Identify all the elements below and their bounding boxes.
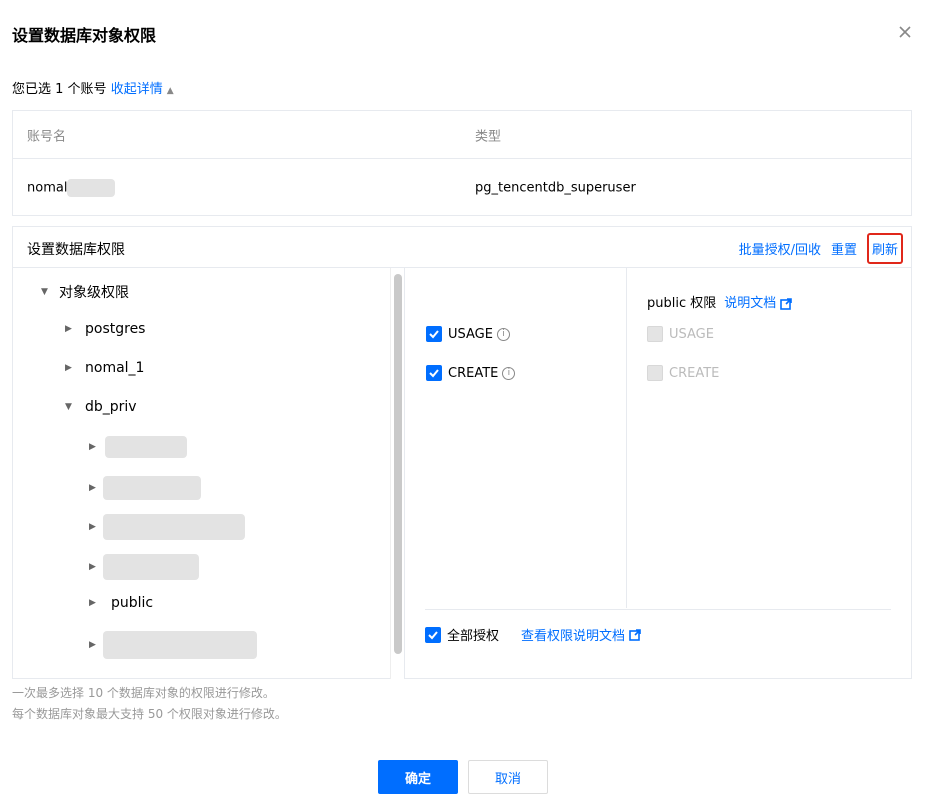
tree-node-root[interactable]: ▼ 对象级权限 — [41, 282, 129, 302]
permission-panel-title: 设置数据库权限 — [27, 242, 125, 258]
grant-all-row: 全部授权 查看权限说明文档 — [425, 625, 641, 644]
caret-right-icon[interactable]: ▶ — [65, 324, 79, 334]
checkbox-checked-icon[interactable] — [426, 365, 442, 381]
redacted-block — [67, 178, 116, 197]
close-icon[interactable] — [895, 22, 915, 42]
caret-down-icon[interactable]: ▼ — [41, 287, 55, 297]
batch-grant-revoke-link[interactable]: 批量授权/回收 — [739, 239, 821, 258]
public-create-checkbox[interactable]: CREATE — [647, 365, 719, 381]
caret-right-icon[interactable]: ▶ — [65, 363, 79, 373]
tree-node-label: nomal_1 — [85, 360, 145, 376]
tree-node-label: 对象级权限 — [59, 285, 129, 301]
account-table-header: 账号名 类型 — [13, 111, 911, 159]
selection-summary: 您已选 1 个账号 收起详情 ▲ — [12, 78, 174, 97]
caret-right-icon[interactable]: ▶ — [89, 442, 103, 452]
privilege-column: USAGE i CREATE i — [405, 268, 627, 608]
cancel-button[interactable]: 取消 — [468, 760, 548, 794]
caret-right-icon[interactable]: ▶ — [89, 522, 103, 532]
public-doc-link[interactable]: 说明文档 — [724, 296, 776, 311]
public-create-label: CREATE — [669, 365, 720, 381]
limit-note: 一次最多选择 10 个数据库对象的权限进行修改。 — [12, 686, 275, 700]
caret-right-icon[interactable]: ▶ — [89, 562, 103, 572]
account-table: 账号名 类型 nomal pg_tencentdb_superuser — [12, 110, 912, 216]
redacted-block — [105, 436, 187, 458]
caret-right-icon[interactable]: ▶ — [89, 640, 103, 650]
column-header-account-name: 账号名 — [27, 129, 67, 144]
external-link-icon[interactable] — [629, 628, 641, 641]
usage-label: USAGE — [448, 326, 493, 342]
public-privilege-label: public 权限 — [647, 296, 717, 311]
permission-panel: 设置数据库权限 批量授权/回收 重置 刷新 ▼ 对象级权限 ▶ postgres… — [12, 226, 912, 679]
reset-link[interactable]: 重置 — [831, 239, 857, 258]
scrollbar-thumb[interactable] — [394, 274, 402, 654]
object-tree: ▼ 对象级权限 ▶ postgres ▶ nomal_1 ▼ db_priv ▶… — [13, 268, 405, 679]
divider — [425, 609, 891, 610]
tree-node-schema[interactable]: ▶ — [89, 554, 199, 580]
selection-count-text: 您已选 1 个账号 — [12, 82, 107, 97]
checkbox-disabled-icon — [647, 365, 663, 381]
tree-node-schema[interactable]: ▶ — [89, 631, 257, 659]
limit-note: 每个数据库对象最大支持 50 个权限对象进行修改。 — [12, 707, 287, 721]
confirm-button[interactable]: 确定 — [378, 760, 458, 794]
tree-node-nomal-1[interactable]: ▶ nomal_1 — [65, 360, 144, 376]
permission-actions: 批量授权/回收 重置 刷新 — [729, 233, 903, 264]
grant-all-label[interactable]: 全部授权 — [447, 625, 499, 644]
checkbox-checked-icon[interactable] — [425, 626, 441, 643]
redacted-block — [103, 476, 201, 500]
create-label: CREATE — [448, 365, 499, 381]
tree-node-db-priv[interactable]: ▼ db_priv — [65, 399, 137, 415]
caret-up-icon[interactable]: ▲ — [167, 86, 174, 96]
public-privilege-header: public 权限 说明文档 — [647, 292, 793, 311]
public-usage-label: USAGE — [669, 326, 714, 342]
column-header-type: 类型 — [475, 129, 502, 144]
permission-panel-header: 设置数据库权限 批量授权/回收 重置 刷新 — [13, 227, 911, 268]
tree-node-schema[interactable]: ▶ — [89, 476, 201, 500]
caret-right-icon[interactable]: ▶ — [89, 598, 103, 608]
tree-scrollbar[interactable] — [390, 268, 404, 679]
redacted-block — [103, 554, 199, 580]
account-name: nomal — [27, 180, 68, 195]
checkbox-disabled-icon — [647, 326, 663, 342]
tree-node-postgres[interactable]: ▶ postgres — [65, 321, 145, 337]
tree-node-label: public — [111, 595, 154, 611]
permission-doc-link[interactable]: 查看权限说明文档 — [521, 625, 625, 644]
checkbox-checked-icon[interactable] — [426, 326, 442, 342]
tree-node-schema[interactable]: ▶ — [89, 436, 187, 458]
redacted-block — [103, 631, 257, 659]
dialog-title: 设置数据库对象权限 — [12, 26, 157, 45]
table-row: nomal pg_tencentdb_superuser — [13, 159, 911, 216]
tree-node-label: postgres — [85, 321, 146, 337]
usage-checkbox[interactable]: USAGE i — [426, 326, 510, 342]
public-usage-checkbox[interactable]: USAGE — [647, 326, 714, 342]
tree-node-schema[interactable]: ▶ — [89, 514, 245, 540]
account-type: pg_tencentdb_superuser — [475, 180, 636, 195]
caret-down-icon[interactable]: ▼ — [65, 402, 79, 412]
create-checkbox[interactable]: CREATE i — [426, 365, 516, 381]
redacted-block — [103, 514, 245, 540]
public-privilege-column: public 权限 说明文档 USAGE CREATE — [627, 268, 911, 608]
external-link-icon[interactable] — [780, 297, 793, 310]
tree-node-public[interactable]: ▶ public — [89, 595, 153, 611]
info-icon[interactable]: i — [502, 366, 516, 380]
refresh-link[interactable]: 刷新 — [866, 233, 903, 264]
tree-node-label: db_priv — [85, 399, 137, 415]
collapse-details-link[interactable]: 收起详情 — [111, 82, 163, 97]
caret-right-icon[interactable]: ▶ — [89, 483, 103, 493]
info-icon[interactable]: i — [496, 327, 510, 341]
